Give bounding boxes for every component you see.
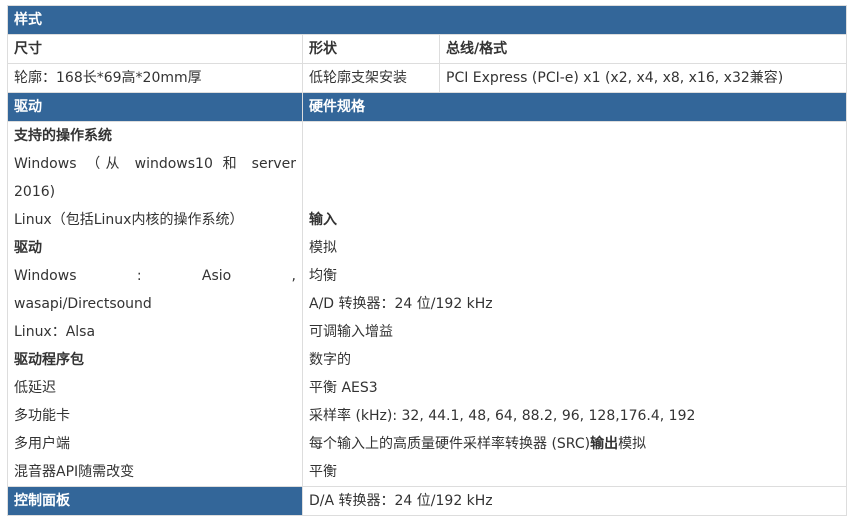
section-driver-header: 驱动 bbox=[7, 92, 303, 122]
windows-support-line-2: 2016) bbox=[14, 184, 56, 200]
sample-rate-item: 采样率 (kHz): 32, 44.1, 48, 64, 88.2, 96, 1… bbox=[309, 408, 696, 424]
bus-label: 总线/格式 bbox=[438, 34, 848, 64]
linux-driver-line: Linux：Alsa bbox=[14, 324, 96, 340]
section-style-header: 样式 bbox=[6, 5, 848, 35]
src-output-line: 每个输入上的高质量硬件采样率转换器 (SRC)输出模拟 bbox=[309, 430, 840, 458]
src-text: 每个输入上的高质量硬件采样率转换器 (SRC) bbox=[309, 436, 591, 452]
balanced-item: 均衡 bbox=[309, 268, 337, 284]
ad-converter-item: A/D 转换器：24 位/192 kHz bbox=[309, 296, 493, 312]
linux-support-line: Linux（包括Linux内核的操作系统） bbox=[14, 212, 244, 228]
section-hardware-header: 硬件规格 bbox=[301, 92, 848, 122]
balanced-output-item: 平衡 bbox=[309, 464, 337, 480]
mixer-api-item: 混音器API随需改变 bbox=[14, 464, 135, 480]
multifunction-item: 多功能卡 bbox=[14, 408, 70, 424]
input-gain-item: 可调输入增益 bbox=[309, 324, 393, 340]
analog-output-text: 模拟 bbox=[618, 436, 647, 452]
size-value: 轮廓：168长*69高*20mm厚 bbox=[7, 63, 303, 93]
aes3-item: 平衡 AES3 bbox=[309, 380, 378, 396]
windows-driver-line: Windows : Asio , bbox=[14, 268, 296, 284]
output-title: 输出 bbox=[590, 436, 619, 452]
multiclient-item: 多用户端 bbox=[14, 436, 70, 452]
windows-driver-line-2: wasapi/Directsound bbox=[14, 296, 152, 312]
driver-title: 驱动 bbox=[14, 240, 42, 256]
section-control-header: 控制面板 bbox=[7, 486, 303, 516]
spec-table: 样式 尺寸 形状 总线/格式 轮廓：168长*69高*20mm厚 低轮廓支架安装… bbox=[6, 5, 848, 516]
driver-package-title: 驱动程序包 bbox=[14, 352, 84, 368]
os-title: 支持的操作系统 bbox=[14, 128, 112, 144]
shape-label: 形状 bbox=[302, 34, 440, 64]
size-label: 尺寸 bbox=[7, 34, 303, 64]
digital-item: 数字的 bbox=[309, 352, 351, 368]
shape-value: 低轮廓支架安装 bbox=[302, 63, 440, 93]
bus-value: PCI Express (PCI-e) x1 (x2, x4, x8, x16,… bbox=[438, 63, 848, 93]
low-latency-item: 低延迟 bbox=[14, 380, 56, 396]
driver-details-cell: 支持的操作系统 Windows （从 windows10 和 server 20… bbox=[7, 121, 303, 487]
spec-page: 样式 尺寸 形状 总线/格式 轮廓：168长*69高*20mm厚 低轮廓支架安装… bbox=[0, 0, 854, 516]
hardware-details-cell: 输入 模拟 均衡 A/D 转换器：24 位/192 kHz 可调输入增益 数字的… bbox=[301, 121, 848, 487]
da-converter-item: D/A 转换器：24 位/192 kHz bbox=[301, 486, 848, 516]
analog-item: 模拟 bbox=[309, 240, 337, 256]
input-title: 输入 bbox=[309, 212, 337, 228]
windows-support-line: Windows （从 windows10 和 server bbox=[14, 156, 296, 172]
